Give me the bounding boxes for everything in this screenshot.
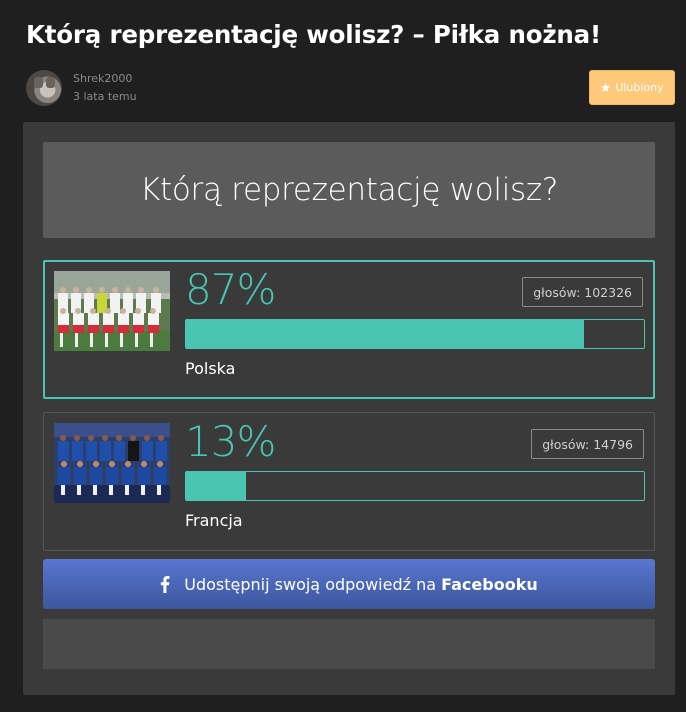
result-bar-fill	[186, 320, 585, 348]
facebook-share-button[interactable]: Udostępnij swoją odpowiedź na Facebooku	[43, 559, 655, 609]
result-bar-fill	[186, 472, 246, 500]
question-text: Którą reprezentację wolisz?	[139, 172, 559, 208]
answer-percent: 87%	[185, 265, 276, 314]
answer-option-francja[interactable]: 13% głosów: 14796 Francja	[43, 412, 655, 551]
result-bar	[185, 319, 645, 349]
avatar-detail	[34, 77, 43, 88]
favorite-label: Ulubiony	[615, 81, 664, 94]
answer-percent: 13%	[185, 417, 276, 466]
facebook-icon	[161, 575, 170, 593]
question-box: Którą reprezentację wolisz?	[43, 142, 655, 238]
post-time: 3 lata temu	[73, 90, 137, 103]
star-icon	[601, 82, 611, 92]
answer-option-polska[interactable]: 87% głosów: 102326 Polska	[43, 260, 655, 399]
answer-label: Francja	[185, 511, 243, 530]
share-prefix: Udostępnij swoją odpowiedź na	[184, 574, 437, 594]
page: Którą reprezentację wolisz? – Piłka nożn…	[0, 0, 686, 712]
share-brand: Facebooku	[441, 574, 538, 594]
favorite-button[interactable]: Ulubiony	[589, 70, 675, 105]
avatar-detail	[46, 77, 55, 88]
team-photo-poland	[54, 271, 170, 351]
footer-placeholder	[43, 619, 655, 669]
avatar[interactable]	[26, 70, 62, 106]
vote-count-badge: głosów: 14796	[531, 429, 644, 459]
answer-label: Polska	[185, 359, 236, 378]
result-bar	[185, 471, 645, 501]
team-photo-france	[54, 423, 170, 503]
quiz-card: Którą reprezentację wolisz? 87% głosów: …	[23, 122, 675, 695]
share-text: Udostępnij swoją odpowiedź na Facebooku	[184, 575, 537, 594]
page-title: Którą reprezentację wolisz? – Piłka nożn…	[26, 20, 601, 49]
author-name[interactable]: Shrek2000	[73, 72, 132, 85]
vote-count-badge: głosów: 102326	[522, 277, 643, 307]
